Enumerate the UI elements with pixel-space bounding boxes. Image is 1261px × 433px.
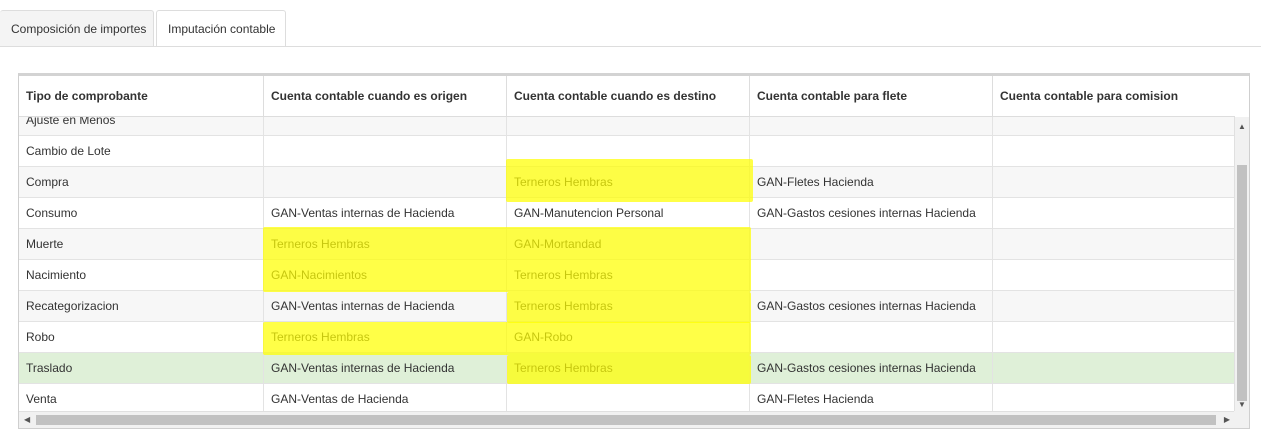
table-cell[interactable] (993, 229, 1235, 259)
table-row[interactable]: Compra Terneros Hembras GAN-Fletes Haciend… (19, 167, 1235, 198)
horizontal-scroll-thumb[interactable] (36, 415, 1216, 425)
table-cell[interactable]: GAN-Manutencion Personal (507, 198, 750, 228)
table-cell[interactable] (750, 322, 993, 352)
table-cell[interactable]: Cambio de Lote (19, 136, 264, 166)
table-cell[interactable]: Robo (19, 322, 264, 352)
tab-composicion-de-importes[interactable]: Composición de importes (0, 10, 154, 46)
table-cell[interactable] (507, 136, 750, 166)
table-cell[interactable] (750, 260, 993, 290)
accounting-grid: Tipo de comprobante Cuenta contable cuan… (18, 73, 1250, 429)
table-cell[interactable]: GAN-Ventas de Hacienda (264, 384, 507, 413)
grid-body: Ajuste en Menos Cambio de Lote Compra Terne… (19, 117, 1235, 413)
table-row[interactable]: Ajuste en Menos (19, 117, 1235, 136)
table-cell[interactable] (993, 291, 1235, 321)
table-cell[interactable]: Traslado (19, 353, 264, 383)
table-cell[interactable]: GAN-Fletes Hacienda (750, 167, 993, 197)
table-cell[interactable]: Muerte (19, 229, 264, 259)
table-cell[interactable]: Compra (19, 167, 264, 197)
table-cell[interactable]: GAN-Ventas internas de Hacienda (264, 198, 507, 228)
scroll-left-arrow-icon[interactable]: ◀ (24, 415, 30, 425)
table-row[interactable]: Recategorizacion GAN-Ventas internas de H… (19, 291, 1235, 322)
table-cell[interactable]: GAN-Gastos cesiones internas Hacienda (750, 291, 993, 321)
column-header-cuenta-origen[interactable]: Cuenta contable cuando es origen (264, 76, 507, 116)
table-cell[interactable]: GAN-Gastos cesiones internas Hacienda (750, 353, 993, 383)
table-row[interactable]: Traslado GAN-Ventas internas de Hacienda T… (19, 353, 1235, 384)
table-cell[interactable]: Venta (19, 384, 264, 413)
tab-imputacion-contable[interactable]: Imputación contable (156, 10, 286, 47)
table-cell[interactable]: Consumo (19, 198, 264, 228)
table-row[interactable]: Robo Terneros Hembras GAN-Robo (19, 322, 1235, 353)
table-cell[interactable] (993, 136, 1235, 166)
table-cell[interactable] (507, 117, 750, 135)
tab-bar: Composición de importes Imputación conta… (0, 0, 1261, 47)
table-cell[interactable] (993, 322, 1235, 352)
tab-divider (0, 46, 1261, 47)
table-cell[interactable] (993, 384, 1235, 413)
table-cell[interactable] (750, 117, 993, 135)
column-header-cuenta-comision[interactable]: Cuenta contable para comision (993, 76, 1235, 116)
table-cell[interactable]: GAN-Ventas internas de Hacienda (264, 353, 507, 383)
table-cell[interactable] (993, 167, 1235, 197)
table-cell[interactable] (750, 229, 993, 259)
scroll-up-arrow-icon[interactable]: ▲ (1238, 122, 1246, 132)
table-row[interactable]: Muerte Terneros Hembras GAN-Mortandad (19, 229, 1235, 260)
table-cell[interactable] (507, 384, 750, 413)
table-row[interactable]: Nacimiento GAN-Nacimientos Terneros Hembra… (19, 260, 1235, 291)
table-cell[interactable]: Recategorizacion (19, 291, 264, 321)
table-cell[interactable]: Terneros Hembras (264, 322, 507, 352)
table-cell[interactable] (993, 260, 1235, 290)
vertical-scroll-thumb[interactable] (1237, 165, 1247, 401)
table-cell[interactable] (264, 136, 507, 166)
table-cell[interactable] (264, 167, 507, 197)
table-cell[interactable]: GAN-Gastos cesiones internas Hacienda (750, 198, 993, 228)
table-row[interactable]: Cambio de Lote (19, 136, 1235, 167)
grid-header: Tipo de comprobante Cuenta contable cuan… (19, 76, 1235, 117)
column-header-cuenta-destino[interactable]: Cuenta contable cuando es destino (507, 76, 750, 116)
vertical-scrollbar[interactable]: ▲ ▼ (1234, 117, 1249, 413)
table-cell[interactable]: GAN-Nacimientos (264, 260, 507, 290)
table-cell[interactable]: Nacimiento (19, 260, 264, 290)
table-cell[interactable] (750, 136, 993, 166)
table-cell[interactable]: Terneros Hembras (507, 167, 750, 197)
table-cell[interactable]: GAN-Robo (507, 322, 750, 352)
table-cell[interactable] (993, 353, 1235, 383)
table-cell[interactable]: Ajuste en Menos (19, 117, 264, 135)
table-cell[interactable]: Terneros Hembras (264, 229, 507, 259)
table-cell[interactable] (264, 117, 507, 135)
table-cell[interactable] (993, 117, 1235, 135)
scrollbar-corner (1234, 411, 1249, 428)
table-cell[interactable]: Terneros Hembras (507, 353, 750, 383)
column-header-cuenta-flete[interactable]: Cuenta contable para flete (750, 76, 993, 116)
table-cell[interactable]: GAN-Fletes Hacienda (750, 384, 993, 413)
scroll-right-arrow-icon[interactable]: ▶ (1224, 415, 1230, 425)
table-cell[interactable] (993, 198, 1235, 228)
scroll-down-arrow-icon[interactable]: ▼ (1238, 400, 1246, 410)
table-cell[interactable]: GAN-Ventas internas de Hacienda (264, 291, 507, 321)
table-cell[interactable]: Terneros Hembras (507, 260, 750, 290)
table-row[interactable]: Venta GAN-Ventas de Hacienda GAN-Fletes Ha… (19, 384, 1235, 413)
table-cell[interactable]: GAN-Mortandad (507, 229, 750, 259)
table-cell[interactable]: Terneros Hembras (507, 291, 750, 321)
table-row[interactable]: Consumo GAN-Ventas internas de Hacienda GA… (19, 198, 1235, 229)
horizontal-scrollbar[interactable]: ◀ ▶ (19, 411, 1235, 428)
column-header-tipo-comprobante[interactable]: Tipo de comprobante (19, 76, 264, 116)
